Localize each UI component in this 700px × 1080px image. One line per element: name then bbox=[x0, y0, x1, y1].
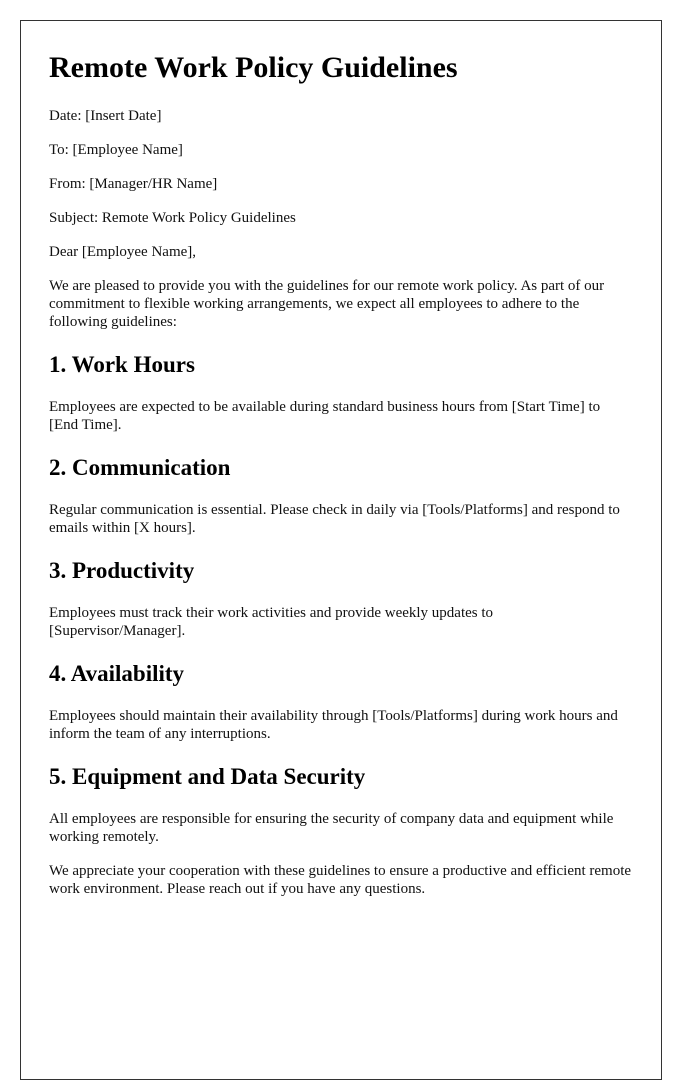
section-body-communication: Regular communication is essential. Plea… bbox=[49, 502, 620, 536]
subject-field: Subject: Remote Work Policy Guidelines bbox=[49, 210, 296, 226]
section-body-work-hours: Employees are expected to be available d… bbox=[49, 399, 601, 433]
closing-paragraph: We appreciate your cooperation with thes… bbox=[49, 863, 632, 897]
document-title: Remote Work Policy Guidelines bbox=[49, 51, 458, 84]
section-heading-equipment-security: 5. Equipment and Data Security bbox=[49, 764, 366, 789]
section-body-equipment-security: All employees are responsible for ensuri… bbox=[49, 811, 614, 845]
section-body-productivity: Employees must track their work activiti… bbox=[49, 605, 494, 639]
from-field: From: [Manager/HR Name] bbox=[49, 176, 218, 192]
intro-paragraph: We are pleased to provide you with the g… bbox=[49, 278, 605, 330]
date-field: Date: [Insert Date] bbox=[49, 108, 162, 124]
section-heading-work-hours: 1. Work Hours bbox=[49, 352, 195, 377]
letter-container: Remote Work Policy Guidelines Date: [Ins… bbox=[20, 20, 662, 1080]
section-heading-productivity: 3. Productivity bbox=[49, 558, 195, 583]
section-body-availability: Employees should maintain their availabi… bbox=[49, 708, 618, 742]
section-heading-availability: 4. Availability bbox=[49, 661, 185, 686]
section-heading-communication: 2. Communication bbox=[49, 455, 231, 480]
salutation: Dear [Employee Name], bbox=[49, 244, 197, 260]
to-field: To: [Employee Name] bbox=[49, 142, 183, 158]
